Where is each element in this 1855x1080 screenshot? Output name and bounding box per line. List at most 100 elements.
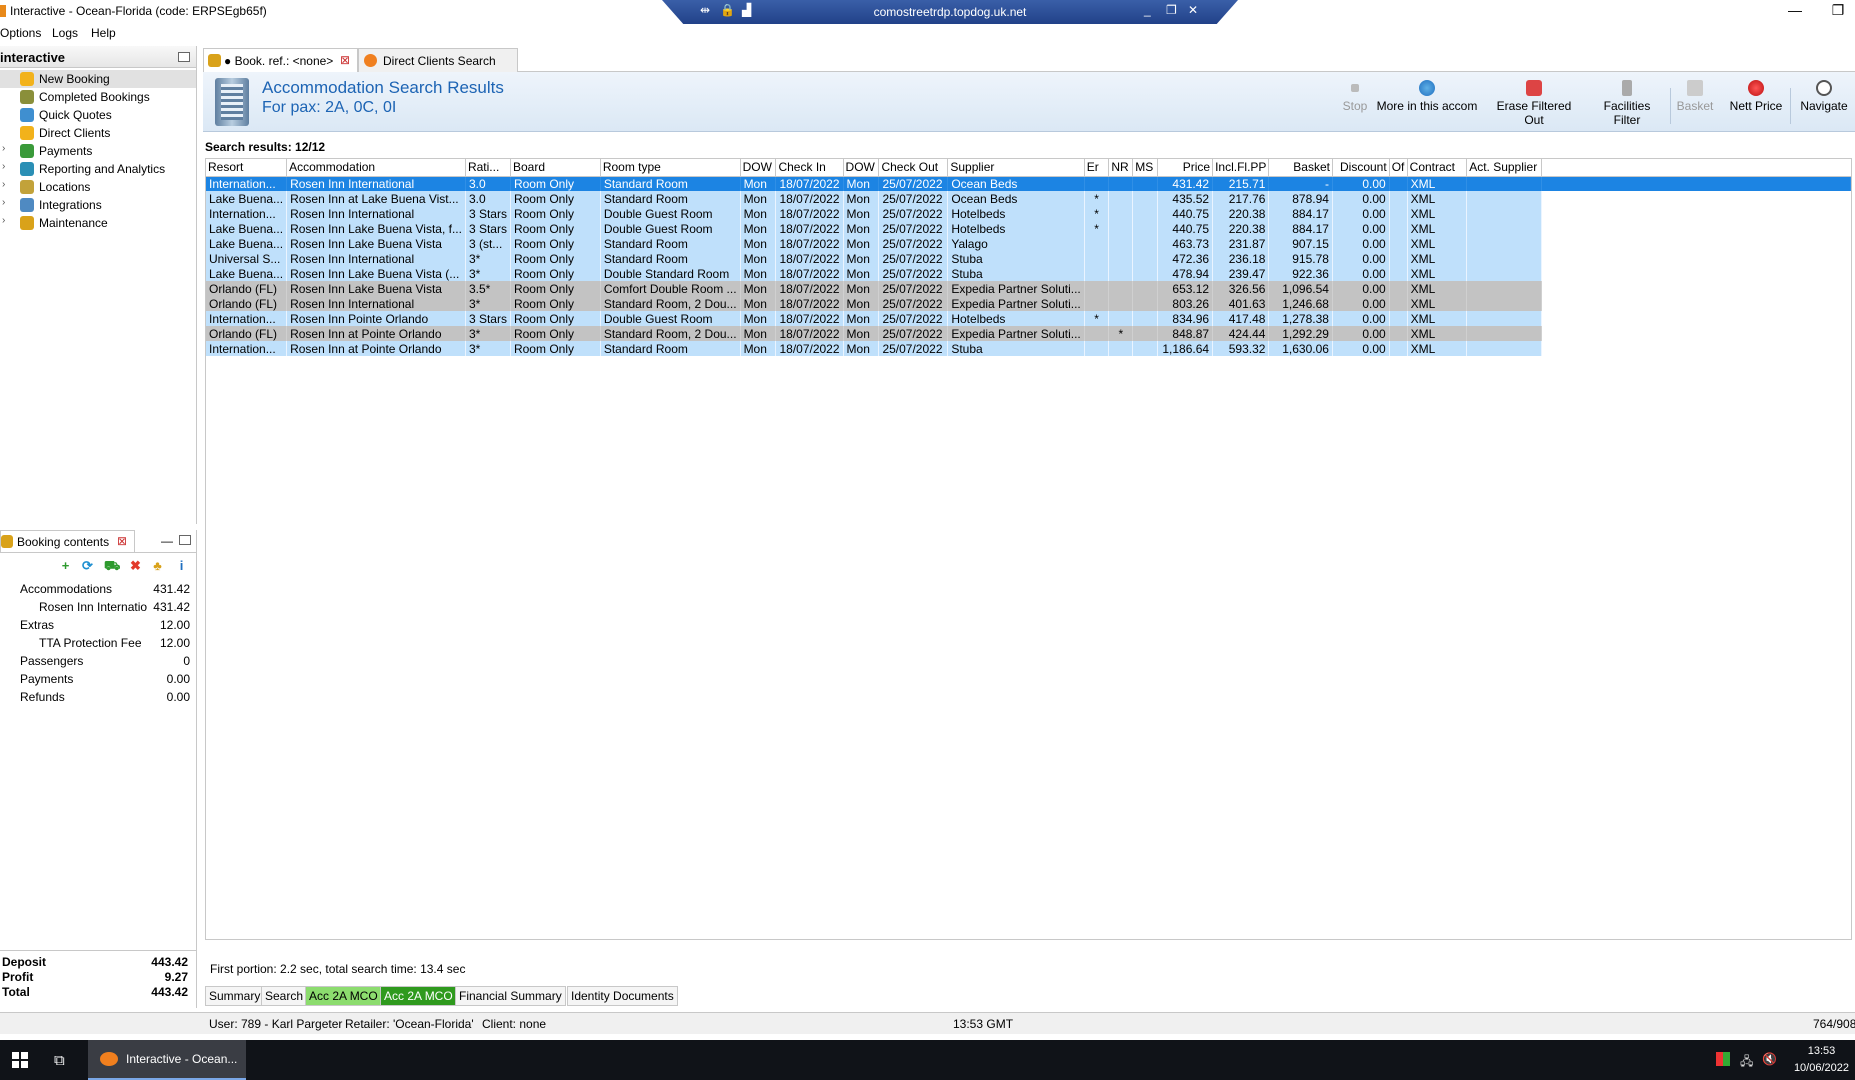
tab-acc-2a-mco[interactable]: Acc 2A MCO: [305, 986, 382, 1006]
table-row[interactable]: Internation... Rosen Inn Pointe Orlando 3 …: [206, 311, 1851, 326]
booking-row[interactable]: Accommodations 431.42: [0, 580, 196, 598]
tab-direct-clients-search[interactable]: Direct Clients Search: [358, 48, 518, 72]
sidebar-item-quick-quotes[interactable]: Quick Quotes: [0, 106, 196, 124]
table-row[interactable]: Internation... Rosen Inn at Pointe Orland…: [206, 341, 1851, 356]
column-header[interactable]: Check In: [775, 159, 844, 177]
column-header[interactable]: Contract: [1407, 159, 1468, 177]
column-header[interactable]: MS: [1132, 159, 1159, 177]
expand-icon[interactable]: ›: [2, 215, 5, 226]
column-header[interactable]: Resort: [206, 159, 288, 177]
column-header[interactable]: Discount: [1332, 159, 1390, 177]
column-header[interactable]: Act. Supplier: [1466, 159, 1543, 177]
table-row[interactable]: Internation... Rosen Inn International 3.0…: [206, 176, 1851, 191]
stop-button[interactable]: Stop: [1340, 80, 1370, 128]
booking-contents-tab[interactable]: Booking contents ⊠: [0, 530, 135, 552]
column-header[interactable]: Incl.Fl.PP: [1212, 159, 1270, 177]
column-header[interactable]: Of: [1389, 159, 1408, 177]
booking-row[interactable]: TTA Protection Fee 12.00: [0, 634, 196, 652]
booking-row[interactable]: Rosen Inn Internatio 431.42: [0, 598, 196, 616]
column-header[interactable]: Er: [1084, 159, 1110, 177]
windows-start-icon[interactable]: [12, 1052, 28, 1068]
menu-help[interactable]: Help: [91, 26, 116, 40]
expand-icon[interactable]: ›: [2, 197, 5, 208]
taskbar-app-interactive[interactable]: Interactive - Ocean...: [88, 1040, 246, 1080]
column-header[interactable]: DOW: [843, 159, 880, 177]
rdp-close-icon[interactable]: ✕: [1188, 3, 1198, 17]
sidebar-item-integrations[interactable]: › Integrations: [0, 196, 196, 214]
column-header[interactable]: Check Out: [878, 159, 949, 177]
table-row[interactable]: Orlando (FL) Rosen Inn International 3* Roo…: [206, 296, 1851, 311]
menu-logs[interactable]: Logs: [52, 26, 78, 40]
info-icon[interactable]: i: [174, 558, 189, 573]
sidebar-item-direct-clients[interactable]: Direct Clients: [0, 124, 196, 142]
tab-booking[interactable]: ● Book. ref.: <none> ⊠: [203, 48, 358, 72]
column-header[interactable]: Supplier: [947, 159, 1085, 177]
booking-row[interactable]: Payments 0.00: [0, 670, 196, 688]
table-row[interactable]: Orlando (FL) Rosen Inn at Pointe Orlando 3…: [206, 326, 1851, 341]
column-header[interactable]: Basket: [1268, 159, 1333, 177]
palm-icon[interactable]: ♣: [150, 558, 165, 573]
tab-acc-2a-mco-active[interactable]: Acc 2A MCO: [380, 986, 457, 1006]
table-row[interactable]: Internation... Rosen Inn International 3 S…: [206, 206, 1851, 221]
erase-filtered-out-button[interactable]: Erase Filtered Out: [1487, 80, 1581, 128]
tray-app-icon[interactable]: [1716, 1052, 1730, 1066]
column-header[interactable]: Board: [510, 159, 601, 177]
close-icon[interactable]: ⊠: [117, 534, 127, 548]
sidebar-item-locations[interactable]: › Locations: [0, 178, 196, 196]
expand-icon[interactable]: ›: [2, 179, 5, 190]
tab-financial-summary[interactable]: Financial Summary: [455, 986, 566, 1006]
table-cell: Stuba: [947, 251, 1085, 266]
facilities-filter-button[interactable]: Facilities Filter: [1589, 80, 1665, 128]
column-header[interactable]: Rati...: [465, 159, 511, 177]
table-cell: 3*: [465, 326, 511, 341]
more-in-this-accom-button[interactable]: More in this accom: [1375, 80, 1479, 128]
cart-icon[interactable]: ⛟: [104, 558, 120, 573]
table-row[interactable]: Lake Buena... Rosen Inn Lake Buena Vista 3…: [206, 236, 1851, 251]
table-cell: 3*: [465, 296, 511, 311]
expand-icon[interactable]: ›: [2, 143, 5, 154]
rdp-minimize-icon[interactable]: _: [1144, 3, 1151, 17]
nett-price-button[interactable]: Nett Price: [1727, 80, 1785, 128]
minimize-panel-icon[interactable]: [178, 52, 190, 62]
column-header[interactable]: Price: [1157, 159, 1214, 177]
column-header[interactable]: Room type: [600, 159, 741, 177]
minimize-button[interactable]: —: [1775, 0, 1815, 22]
table-row[interactable]: Orlando (FL) Rosen Inn Lake Buena Vista 3.…: [206, 281, 1851, 296]
sidebar-item-payments[interactable]: › Payments: [0, 142, 196, 160]
task-view-icon[interactable]: ⧉: [54, 1052, 65, 1069]
expand-icon[interactable]: ›: [2, 161, 5, 172]
sidebar-item-completed-bookings[interactable]: Completed Bookings: [0, 88, 196, 106]
close-icon[interactable]: ⊠: [340, 53, 350, 67]
booking-row[interactable]: Passengers 0: [0, 652, 196, 670]
sidebar-item-maintenance[interactable]: › Maintenance: [0, 214, 196, 232]
navigate-button[interactable]: Navigate: [1797, 80, 1851, 128]
table-row[interactable]: Lake Buena... Rosen Inn Lake Buena Vista …: [206, 266, 1851, 281]
minimize-panel-icon[interactable]: —: [161, 534, 173, 548]
booking-row-value: 12.00: [159, 618, 190, 632]
refresh-icon[interactable]: ⟳: [80, 558, 95, 573]
table-row[interactable]: Universal S... Rosen Inn International 3* R…: [206, 251, 1851, 266]
tab-identity-documents[interactable]: Identity Documents: [567, 986, 678, 1006]
volume-muted-icon[interactable]: 🔇: [1762, 1052, 1777, 1066]
column-header[interactable]: DOW: [740, 159, 777, 177]
tab-summary[interactable]: Summary: [205, 986, 265, 1006]
restore-button[interactable]: ❐: [1818, 0, 1855, 22]
column-header[interactable]: NR: [1108, 159, 1134, 177]
table-row[interactable]: Lake Buena... Rosen Inn at Lake Buena Vis…: [206, 191, 1851, 206]
tab-search[interactable]: Search: [261, 986, 308, 1006]
taskbar-clock[interactable]: 13:53 10/06/2022: [1794, 1043, 1849, 1077]
sidebar-item-reporting-and-analytics[interactable]: › Reporting and Analytics: [0, 160, 196, 178]
add-icon[interactable]: +: [58, 558, 73, 573]
rdp-restore-icon[interactable]: ❐: [1166, 3, 1177, 17]
menu-options[interactable]: Options: [0, 26, 41, 40]
basket-button[interactable]: Basket: [1675, 80, 1715, 128]
column-header[interactable]: Accommodation: [286, 159, 466, 177]
sidebar-item-new-booking[interactable]: New Booking: [0, 70, 196, 88]
booking-row[interactable]: Refunds 0.00: [0, 688, 196, 706]
booking-row[interactable]: Extras 12.00: [0, 616, 196, 634]
results-grid[interactable]: Resort Accommodation Rati... Board Room type…: [205, 158, 1852, 940]
table-row[interactable]: Lake Buena... Rosen Inn Lake Buena Vista,…: [206, 221, 1851, 236]
maximize-panel-icon[interactable]: [179, 535, 191, 545]
delete-icon[interactable]: ✖: [128, 558, 143, 573]
network-icon[interactable]: 🖧: [1740, 1052, 1753, 1073]
